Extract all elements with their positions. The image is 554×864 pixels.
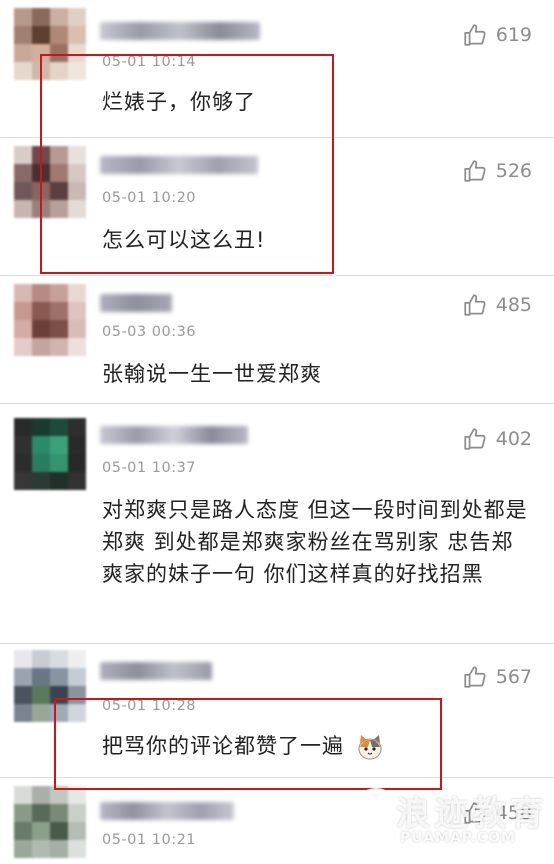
comment-item: 05-01 10:37 对郑爽只是路人态度 但这一段时间到处都是郑爽 到处都是郑… <box>0 404 554 644</box>
thumbs-up-icon <box>464 666 486 688</box>
thumbs-up-icon <box>464 294 486 316</box>
comment-item: 05-03 00:36 张翰说一生一世爱郑爽 485 <box>0 276 554 404</box>
comment-time: 05-01 10:20 <box>102 190 197 206</box>
comment-text: 烂婊子，你够了 <box>102 90 256 114</box>
location-pin-icon <box>356 788 396 844</box>
like-count: 485 <box>495 294 532 316</box>
like-button[interactable]: 619 <box>462 22 532 48</box>
avatar[interactable] <box>14 786 86 864</box>
watermark-text: 浪迹教育 <box>396 794 548 834</box>
username-blurred[interactable] <box>100 802 234 820</box>
comment-time: 05-01 10:21 <box>102 832 197 848</box>
comment-time: 05-03 00:36 <box>102 324 197 340</box>
cat-face-emoji-icon <box>358 735 382 760</box>
username-blurred[interactable] <box>100 662 212 680</box>
comment-item: 05-01 10:28 把骂你的评论都赞了一遍 567 <box>0 644 554 778</box>
thumbs-up-icon <box>464 428 486 450</box>
thumbs-up-icon <box>464 24 486 46</box>
comment-text-content: 把骂你的评论都赞了一遍 <box>102 734 344 758</box>
avatar[interactable] <box>14 418 86 490</box>
comment-time: 05-01 10:28 <box>102 698 197 714</box>
comment-text: 对郑爽只是路人态度 但这一段时间到处都是郑爽 到处都是郑爽家粉丝在骂别家 忠告郑… <box>102 498 528 586</box>
like-button[interactable]: 485 <box>462 292 532 318</box>
watermark-url: PUAMAP.COM <box>400 830 516 846</box>
avatar[interactable] <box>14 284 86 356</box>
comment-text: 张翰说一生一世爱郑爽 <box>102 362 322 386</box>
like-button[interactable]: 526 <box>462 158 532 184</box>
like-count: 619 <box>495 24 532 46</box>
like-button[interactable]: 402 <box>462 426 532 452</box>
like-count: 567 <box>495 666 532 688</box>
like-count: 402 <box>495 428 532 450</box>
avatar[interactable] <box>14 146 86 218</box>
comment-text: 把骂你的评论都赞了一遍 <box>102 730 532 762</box>
comment-time: 05-01 10:37 <box>102 460 197 476</box>
username-blurred[interactable] <box>100 22 260 40</box>
username-blurred[interactable] <box>100 426 248 444</box>
like-button[interactable]: 567 <box>462 664 532 690</box>
username-blurred[interactable] <box>100 294 172 312</box>
comment-time: 05-01 10:14 <box>102 54 197 70</box>
comment-item: 05-01 10:20 怎么可以这么丑! 526 <box>0 138 554 276</box>
thumbs-up-icon <box>464 160 486 182</box>
comment-text: 怎么可以这么丑! <box>102 228 266 252</box>
avatar[interactable] <box>14 650 86 722</box>
username-blurred[interactable] <box>100 156 258 174</box>
avatar[interactable] <box>14 8 86 80</box>
like-count: 526 <box>495 160 532 182</box>
watermark: 浪迹教育 PUAMAP.COM <box>356 784 552 858</box>
comment-item: 05-01 10:14 烂婊子，你够了 619 <box>0 0 554 138</box>
